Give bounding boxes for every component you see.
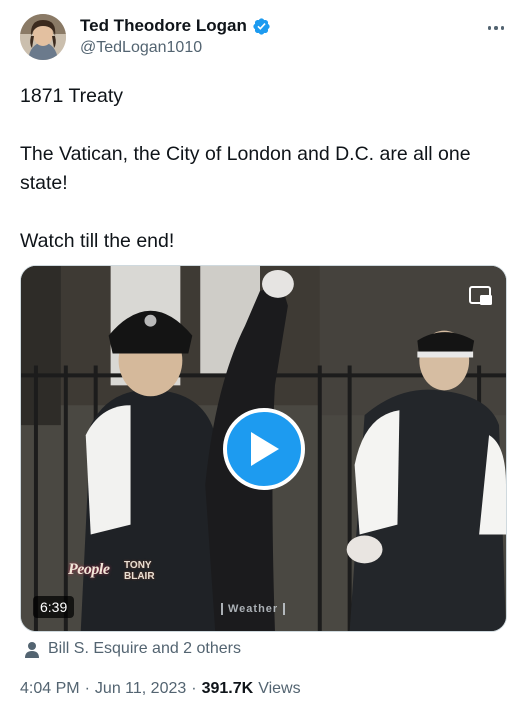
play-button[interactable] bbox=[223, 408, 305, 490]
tweet-time[interactable]: 4:04 PM bbox=[20, 680, 80, 698]
verified-badge-icon bbox=[252, 17, 271, 36]
video-duration: 6:39 bbox=[33, 596, 75, 618]
dot-icon bbox=[487, 26, 492, 30]
social-context-text: Bill S. Esquire and 2 others bbox=[48, 640, 241, 657]
picture-in-picture-icon[interactable] bbox=[468, 284, 494, 308]
views-label: Views bbox=[258, 680, 301, 697]
video-player[interactable]: People TONY BLAIR Weather 6:39 bbox=[20, 265, 507, 632]
person-icon bbox=[25, 641, 39, 658]
overlay-name-line: BLAIR bbox=[124, 571, 155, 582]
dot-icon bbox=[494, 26, 498, 30]
meta-separator: · bbox=[84, 680, 90, 697]
author-handle[interactable]: @TedLogan1010 bbox=[80, 39, 271, 57]
more-options-button[interactable] bbox=[482, 18, 510, 38]
meta-separator: · bbox=[191, 680, 197, 697]
avatar-image bbox=[20, 14, 66, 60]
tweet-line: Watch till the end! bbox=[20, 230, 175, 252]
play-icon bbox=[251, 432, 279, 466]
dot-icon bbox=[500, 26, 505, 30]
views-count: 391.7K bbox=[201, 680, 254, 697]
tweet-header: Ted Theodore Logan @TedLogan1010 bbox=[20, 14, 510, 64]
avatar[interactable] bbox=[20, 14, 66, 60]
overlay-logo: People bbox=[68, 561, 110, 578]
overlay-name-line: TONY bbox=[124, 560, 152, 571]
author-names: Ted Theodore Logan @TedLogan1010 bbox=[80, 15, 271, 57]
overlay-weather: Weather bbox=[221, 603, 286, 615]
overlay-name: TONY BLAIR bbox=[124, 560, 155, 582]
tweet-meta: 4:04 PM · Jun 11, 2023 · 391.7K Views bbox=[20, 680, 301, 698]
tweet-line: 1871 Treaty bbox=[20, 85, 123, 107]
display-name[interactable]: Ted Theodore Logan bbox=[80, 16, 247, 36]
social-context[interactable]: Bill S. Esquire and 2 others bbox=[24, 638, 241, 660]
tweet-date[interactable]: Jun 11, 2023 bbox=[95, 680, 186, 698]
tweet-line: The Vatican, the City of London and D.C.… bbox=[20, 143, 471, 194]
tweet-text: 1871 Treaty The Vatican, the City of Lon… bbox=[20, 82, 506, 256]
